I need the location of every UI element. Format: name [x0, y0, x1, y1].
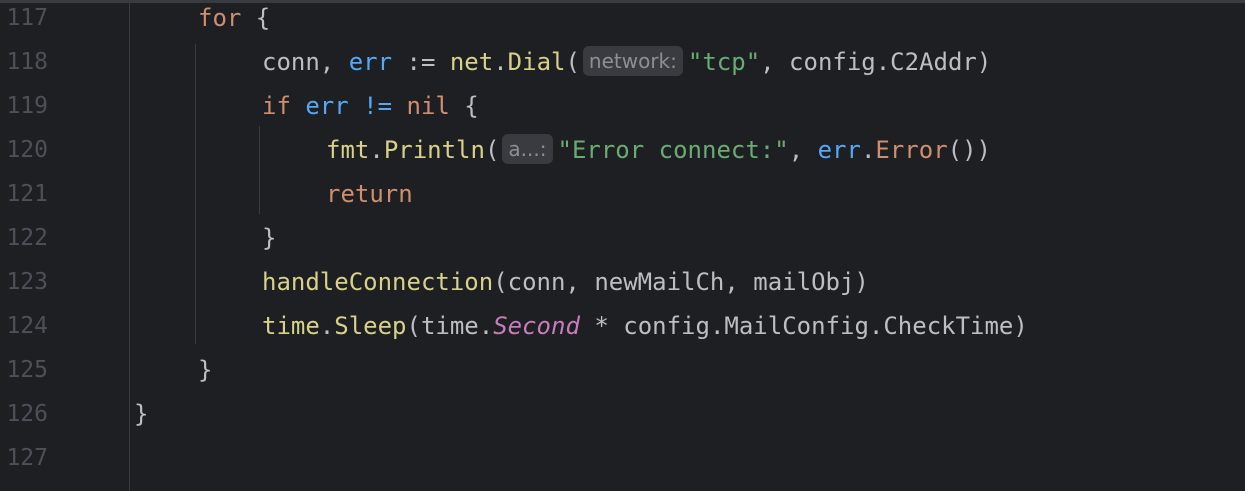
line-number: 123	[6, 269, 48, 295]
code-line[interactable]: 119 if err != nil {	[0, 84, 1245, 128]
brace: }	[198, 356, 213, 384]
keyword-return: return	[326, 180, 413, 208]
code-line[interactable]: 127	[0, 436, 1245, 480]
code-line[interactable]: 125 }	[0, 348, 1245, 392]
constant-name: Second	[493, 312, 580, 340]
code-line[interactable]: 123 handleConnection(conn, newMailCh, ma…	[0, 260, 1245, 304]
code-line[interactable]: 121 return	[0, 172, 1245, 216]
code-line[interactable]: 122 }	[0, 216, 1245, 260]
line-number: 127	[6, 445, 48, 471]
function-name: Println	[383, 136, 485, 164]
line-number: 117	[6, 5, 48, 31]
function-name: handleConnection	[262, 268, 494, 296]
code-text: handleConnection(conn, newMailCh, mailOb…	[262, 260, 869, 304]
identifier: err	[348, 48, 393, 76]
code-rest: * config.MailConfig.CheckTime)	[579, 312, 1028, 340]
code-rest: , config.C2Addr)	[760, 48, 992, 76]
code-line[interactable]: 124 time.Sleep(time.Second * config.Mail…	[0, 304, 1245, 348]
line-number: 119	[6, 93, 48, 119]
code-text: for {	[198, 0, 270, 40]
line-number: 125	[6, 357, 48, 383]
arguments: (conn, newMailCh, mailObj)	[493, 268, 869, 296]
dot: .	[493, 48, 508, 76]
identifier: conn,	[262, 48, 349, 76]
line-number: 118	[6, 49, 48, 75]
line-number: 122	[6, 225, 48, 251]
brace: }	[134, 400, 149, 428]
paren: (	[484, 136, 500, 164]
code-line[interactable]: 120 fmt.Println(a...: "Error connect:", e…	[0, 128, 1245, 172]
code-text: }	[198, 348, 212, 392]
parameter-hint[interactable]: network:	[582, 46, 683, 76]
brace: {	[241, 4, 271, 32]
code-text: if err != nil {	[262, 84, 479, 128]
function-name: Dial	[507, 48, 566, 76]
keyword-for: for	[198, 4, 242, 32]
string-literal: "Error connect:"	[557, 136, 789, 164]
identifier: err	[817, 136, 861, 164]
line-number: 121	[6, 181, 48, 207]
parameter-hint[interactable]: a...:	[502, 134, 553, 164]
identifier: err !=	[290, 92, 407, 120]
code-editor[interactable]: 117 for { 118 conn, err := net.Dial(netw…	[0, 0, 1245, 491]
keyword-nil: nil	[406, 92, 450, 120]
code-text: time.Sleep(time.Second * config.MailConf…	[262, 304, 1028, 348]
operator: :=	[392, 48, 450, 76]
package-name: time	[262, 312, 320, 340]
package-name: net	[449, 48, 494, 76]
line-number: 120	[6, 137, 48, 163]
keyword-if: if	[262, 92, 291, 120]
dot: .	[860, 136, 876, 164]
code-line[interactable]: 118 conn, err := net.Dial(network: "tcp",…	[0, 40, 1245, 84]
line-number: 124	[6, 313, 48, 339]
brace: {	[449, 92, 479, 120]
code-text: }	[262, 216, 276, 260]
dot: .	[369, 136, 384, 164]
function-name: Sleep	[334, 312, 407, 340]
code-text: }	[134, 392, 148, 436]
line-number: 126	[6, 401, 48, 427]
code-text: return	[326, 172, 413, 216]
dot: .	[319, 312, 335, 340]
package-name: fmt	[326, 136, 370, 164]
method-name: Error	[875, 136, 948, 164]
paren: (	[565, 48, 580, 76]
paren: (time.	[406, 312, 494, 340]
comma: ,	[788, 136, 818, 164]
string-literal: "tcp"	[687, 48, 761, 76]
code-line[interactable]: 126 }	[0, 392, 1245, 436]
code-text: conn, err := net.Dial(network: "tcp", con…	[262, 40, 991, 84]
code-text: fmt.Println(a...: "Error connect:", err.E…	[326, 128, 991, 172]
paren-close: ())	[947, 136, 992, 164]
brace: }	[262, 224, 277, 252]
code-line[interactable]: 117 for {	[0, 0, 1245, 40]
